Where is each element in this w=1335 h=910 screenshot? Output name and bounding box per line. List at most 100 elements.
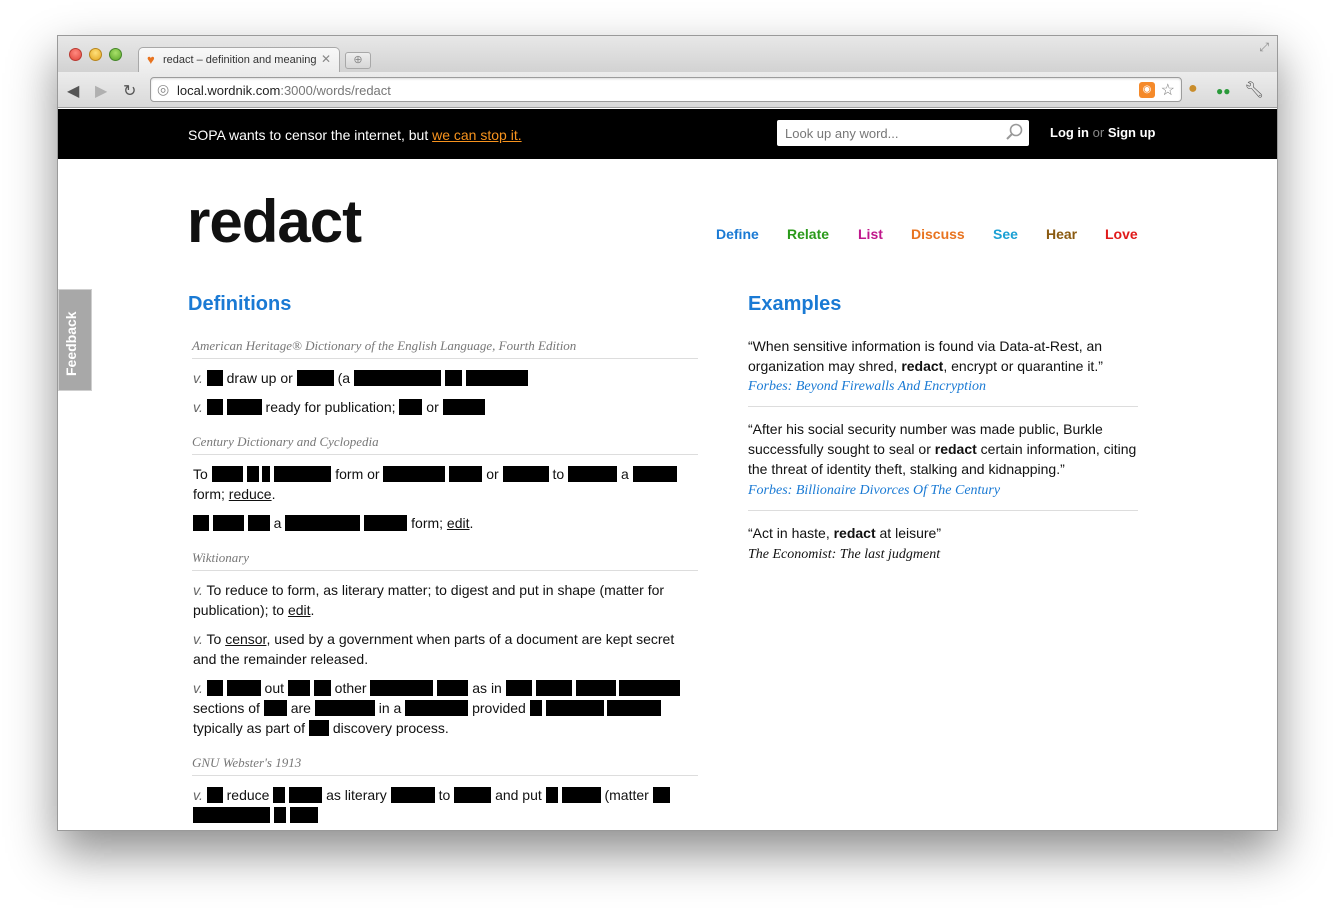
- divider: [748, 510, 1138, 511]
- def-text: or: [486, 466, 499, 482]
- divider: [748, 406, 1138, 407]
- def-text: in a: [378, 700, 402, 716]
- pos-label: v.: [193, 787, 203, 803]
- rss-icon[interactable]: ◉: [1139, 82, 1155, 98]
- zoom-window-button[interactable]: [109, 48, 122, 61]
- wrench-icon[interactable]: 🔧︎: [1244, 80, 1264, 100]
- example-2-source[interactable]: Forbes: Billionaire Divorces Of The Cent…: [748, 483, 1000, 499]
- url-text[interactable]: local.wordnik.com:3000/words/redact: [177, 83, 391, 98]
- definition-cd-1: To form or or to a form; reduce.: [193, 464, 698, 504]
- minimize-window-button[interactable]: [89, 48, 102, 61]
- tab-title: redact – definition and meaning: [163, 54, 317, 66]
- web-page: SOPA wants to censor the internet, but w…: [58, 109, 1277, 830]
- definition-gw-1: v. reduce as literary to and put (matter: [193, 785, 698, 825]
- example-text: , encrypt or quarantine it.”: [943, 358, 1103, 374]
- definition-wk-1: v. To reduce to form, as literary matter…: [193, 580, 698, 620]
- pos-label: v.: [193, 582, 203, 598]
- def-text: form or: [335, 466, 380, 482]
- def-text: , used by a government when parts of a d…: [193, 631, 675, 667]
- sopa-text: SOPA wants to censor the internet, but: [188, 127, 433, 143]
- url-host: local.wordnik.com: [177, 83, 281, 98]
- example-1-source[interactable]: Forbes: Beyond Firewalls And Encryption: [748, 379, 986, 395]
- def-text: (a: [337, 370, 351, 386]
- nav-see[interactable]: See: [993, 226, 1018, 242]
- def-text: .: [310, 602, 315, 618]
- def-text: sections of: [193, 700, 260, 716]
- def-text: a: [620, 466, 629, 482]
- nav-relate[interactable]: Relate: [787, 226, 829, 242]
- edit-link[interactable]: edit: [288, 602, 311, 618]
- sopa-link[interactable]: we can stop it.: [432, 127, 522, 143]
- pos-label: v.: [193, 399, 203, 415]
- source-webster: GNU Webster's 1913: [192, 755, 698, 776]
- login-link[interactable]: Log in: [1050, 125, 1089, 140]
- def-text: draw up or: [226, 370, 293, 386]
- feedback-label: Feedback: [63, 311, 79, 376]
- new-tab-button[interactable]: ⊕: [345, 52, 371, 69]
- example-3-source[interactable]: The Economist: The last judgment: [748, 547, 940, 563]
- nav-discuss[interactable]: Discuss: [911, 226, 965, 242]
- examples-heading: Examples: [748, 293, 842, 315]
- forward-arrow-icon[interactable]: ▶: [95, 81, 107, 101]
- example-word: redact: [901, 358, 944, 374]
- fullscreen-icon[interactable]: ⤢: [1259, 40, 1269, 55]
- source-wiktionary: Wiktionary: [192, 550, 698, 571]
- definition-cd-2: a form; edit.: [193, 513, 698, 533]
- nav-love[interactable]: Love: [1105, 226, 1138, 242]
- word-search[interactable]: [777, 120, 1029, 146]
- reduce-link[interactable]: reduce: [229, 486, 272, 502]
- censor-link[interactable]: censor: [225, 631, 266, 647]
- bookmark-star-icon[interactable]: ☆: [1161, 80, 1175, 100]
- globe-icon: ◎: [157, 81, 170, 97]
- def-text: To: [206, 631, 222, 647]
- example-word: redact: [934, 441, 977, 457]
- feedback-tab[interactable]: Feedback: [58, 289, 92, 391]
- def-text: form;: [411, 515, 444, 531]
- def-text: out: [264, 680, 284, 696]
- auth-or: or: [1092, 125, 1105, 140]
- nav-define[interactable]: Define: [716, 226, 759, 242]
- pos-label: v.: [193, 370, 203, 386]
- back-arrow-icon[interactable]: ◀: [67, 81, 79, 101]
- def-text: a: [273, 515, 282, 531]
- tab-bar: ♥ redact – definition and meaning ✕ ⊕ ⤢: [58, 36, 1277, 72]
- definitions-heading: Definitions: [188, 293, 292, 315]
- def-text: To: [193, 466, 208, 482]
- signup-link[interactable]: Sign up: [1108, 125, 1156, 140]
- address-bar[interactable]: ◎ local.wordnik.com:3000/words/redact ◉ …: [150, 77, 1182, 102]
- example-3: “Act in haste, redact at leisure”: [748, 523, 1138, 543]
- definition-wk-2: v. To censor, used by a government when …: [193, 629, 698, 669]
- sopa-banner: SOPA wants to censor the internet, but w…: [58, 109, 1277, 159]
- word-title: redact: [187, 188, 362, 255]
- def-text: ready for publication;: [265, 399, 396, 415]
- def-text: as literary: [326, 787, 387, 803]
- cookie-extension-icon[interactable]: ●: [1188, 80, 1198, 98]
- browser-window: ♥ redact – definition and meaning ✕ ⊕ ⤢ …: [57, 35, 1278, 831]
- def-text: To reduce to form, as literary matter; t…: [193, 582, 665, 618]
- def-text: typically as part of: [193, 720, 306, 736]
- tab-active[interactable]: ♥ redact – definition and meaning ✕: [138, 47, 340, 72]
- extension-dots-icon[interactable]: ●●: [1216, 84, 1231, 98]
- nav-hear[interactable]: Hear: [1046, 226, 1077, 242]
- url-path: :3000/words/redact: [280, 83, 391, 98]
- nav-list[interactable]: List: [858, 226, 883, 242]
- browser-toolbar: ◀ ▶ ↻ ◎ local.wordnik.com:3000/words/red…: [58, 72, 1277, 108]
- search-input[interactable]: [777, 120, 997, 146]
- source-american-heritage: American Heritage® Dictionary of the Eng…: [192, 338, 698, 359]
- def-text: to: [552, 466, 565, 482]
- close-tab-icon[interactable]: ✕: [321, 52, 331, 66]
- def-text: .: [469, 515, 474, 531]
- def-text: are: [290, 700, 311, 716]
- close-window-button[interactable]: [69, 48, 82, 61]
- reload-icon[interactable]: ↻: [123, 81, 136, 101]
- def-text: reduce: [226, 787, 270, 803]
- def-text: and put: [495, 787, 542, 803]
- auth-links: Log in or Sign up: [1050, 125, 1155, 140]
- edit-link[interactable]: edit: [447, 515, 470, 531]
- example-text: “Act in haste,: [748, 525, 834, 541]
- search-icon[interactable]: [1005, 123, 1023, 141]
- pos-label: v.: [193, 631, 203, 647]
- sopa-message: SOPA wants to censor the internet, but w…: [188, 127, 522, 143]
- example-text: at leisure”: [875, 525, 941, 541]
- def-text: or: [426, 399, 439, 415]
